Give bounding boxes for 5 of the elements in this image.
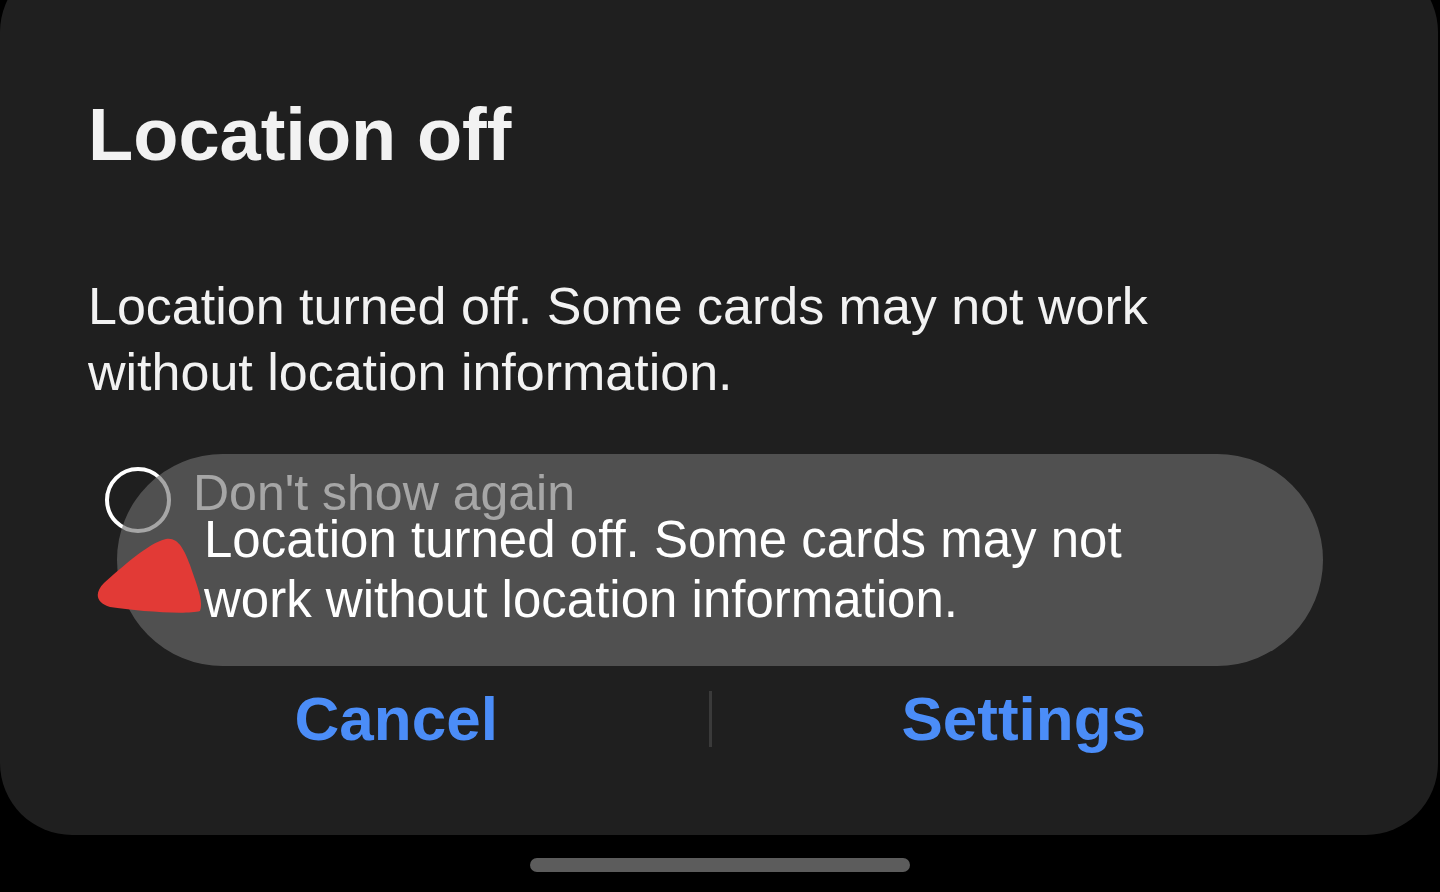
cancel-button[interactable]: Cancel [84, 683, 709, 755]
dialog-title: Location off [88, 94, 513, 176]
checkbox[interactable] [105, 467, 171, 534]
settings-button[interactable]: Settings [711, 683, 1336, 755]
dialog-message: Location turned off. Some cards may not work without location information. [88, 276, 1149, 404]
